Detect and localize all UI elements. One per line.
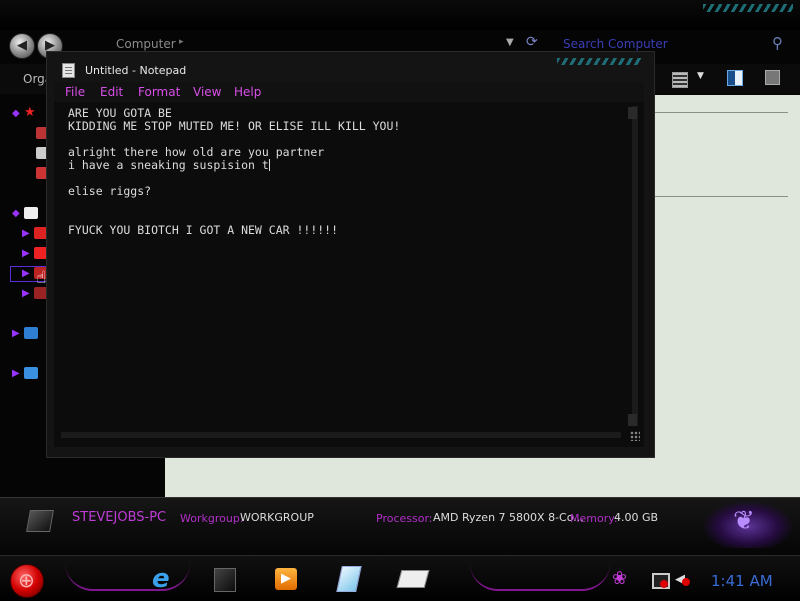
notepad-window[interactable]: Untitled - Notepad File Edit Format View…: [46, 51, 655, 458]
processor-value: AMD Ryzen 7 5800X 8-Co...: [433, 511, 584, 524]
taskbar-notepad[interactable]: [329, 562, 371, 596]
computer-icon: [26, 510, 54, 532]
notepad-icon: [62, 63, 75, 78]
notepad-icon: [336, 566, 362, 592]
text-editor[interactable]: ARE YOU GOTA BE KIDDING ME STOP MUTED ME…: [54, 102, 644, 447]
taskbar-paint[interactable]: [392, 562, 434, 596]
address-dropdown-icon[interactable]: ▼: [506, 37, 514, 48]
details-pane: [0, 497, 800, 556]
group-divider: [653, 112, 788, 113]
homegroup-icon: [24, 327, 38, 339]
taskbar-media-player[interactable]: ▶: [266, 562, 308, 596]
mouse-pointer-hand-icon: ☝: [36, 268, 47, 288]
back-icon[interactable]: ◀: [9, 33, 35, 59]
butterfly-icon: ❦: [733, 506, 755, 536]
change-view-icon[interactable]: [672, 72, 688, 88]
workgroup-value: WORKGROUP: [240, 511, 314, 524]
text-line: alright there how old are you partner: [68, 145, 325, 159]
volume-muted-icon: [682, 578, 690, 586]
expand-arrow-icon: ▶: [12, 328, 20, 339]
rose-tray-icon[interactable]: ❀: [612, 568, 627, 589]
paint-icon: [396, 570, 430, 588]
taskbar-windows-explorer[interactable]: [203, 562, 245, 596]
internet-explorer-icon: e: [152, 564, 170, 594]
group-divider: [653, 196, 788, 197]
help-icon[interactable]: [765, 70, 780, 85]
workgroup-label: Workgroup:: [180, 512, 244, 525]
text-line: ARE YOU GOTA BE: [68, 106, 172, 120]
text-caret: [268, 159, 270, 171]
view-dropdown-icon[interactable]: ▼: [697, 71, 704, 81]
address-breadcrumb[interactable]: Computer: [116, 37, 176, 51]
title-decoration: [703, 4, 793, 12]
menu-file[interactable]: File: [65, 85, 85, 99]
search-input[interactable]: Search Computer: [563, 37, 668, 51]
expand-arrow-icon: ▶: [22, 248, 30, 259]
computer-name: STEVEJOBS-PC: [72, 510, 167, 525]
preview-pane-icon[interactable]: [727, 70, 743, 86]
menu-view[interactable]: View: [193, 85, 221, 99]
scroll-up-button[interactable]: [628, 107, 637, 119]
expand-arrow-icon: ▶: [22, 228, 30, 239]
windows-explorer-icon: [214, 568, 236, 592]
scroll-down-button[interactable]: [628, 414, 637, 426]
resize-grip[interactable]: [630, 431, 640, 441]
media-player-icon: ▶: [275, 568, 297, 590]
search-icon[interactable]: ⚲: [772, 34, 783, 52]
vertical-scrollbar[interactable]: [632, 106, 638, 426]
text-line: KIDDING ME STOP MUTED ME! OR ELISE ILL K…: [68, 119, 401, 133]
menu-help[interactable]: Help: [234, 85, 261, 99]
memory-value: 4.00 GB: [614, 511, 659, 524]
menu-edit[interactable]: Edit: [100, 85, 123, 99]
breadcrumb-chevron-icon[interactable]: ▸: [179, 37, 184, 47]
text-line-with-caret: i have a sneaking suspision t: [68, 158, 270, 172]
expand-arrow-icon: ◆: [12, 108, 20, 119]
system-clock[interactable]: 1:41 AM: [711, 572, 773, 590]
explorer-title-bar: [0, 0, 800, 30]
taskbar-decoration: [470, 563, 610, 591]
text-line: elise riggs?: [68, 184, 152, 198]
expand-arrow-icon: ◆: [12, 208, 20, 219]
horizontal-scrollbar[interactable]: [61, 432, 621, 438]
refresh-icon[interactable]: ⟳: [526, 34, 538, 50]
text-line: FYUCK YOU BIOTCH I GOT A NEW CAR !!!!!!: [68, 223, 339, 237]
window-title: Untitled - Notepad: [85, 64, 187, 77]
menu-format[interactable]: Format: [138, 85, 180, 99]
taskbar-internet-explorer[interactable]: e: [144, 562, 186, 596]
start-button[interactable]: [10, 564, 44, 598]
expand-arrow-icon: ▶: [22, 288, 30, 299]
network-error-icon: [660, 580, 668, 588]
computer-icon: [24, 367, 38, 379]
library-icon: [24, 207, 38, 219]
memory-label: Memory:: [570, 512, 618, 525]
star-icon: ★: [24, 105, 36, 120]
text-line: i have a sneaking suspision t: [68, 158, 269, 172]
title-decoration: [557, 58, 642, 65]
expand-arrow-icon: ▶: [12, 368, 20, 379]
processor-label: Processor:: [376, 512, 433, 525]
